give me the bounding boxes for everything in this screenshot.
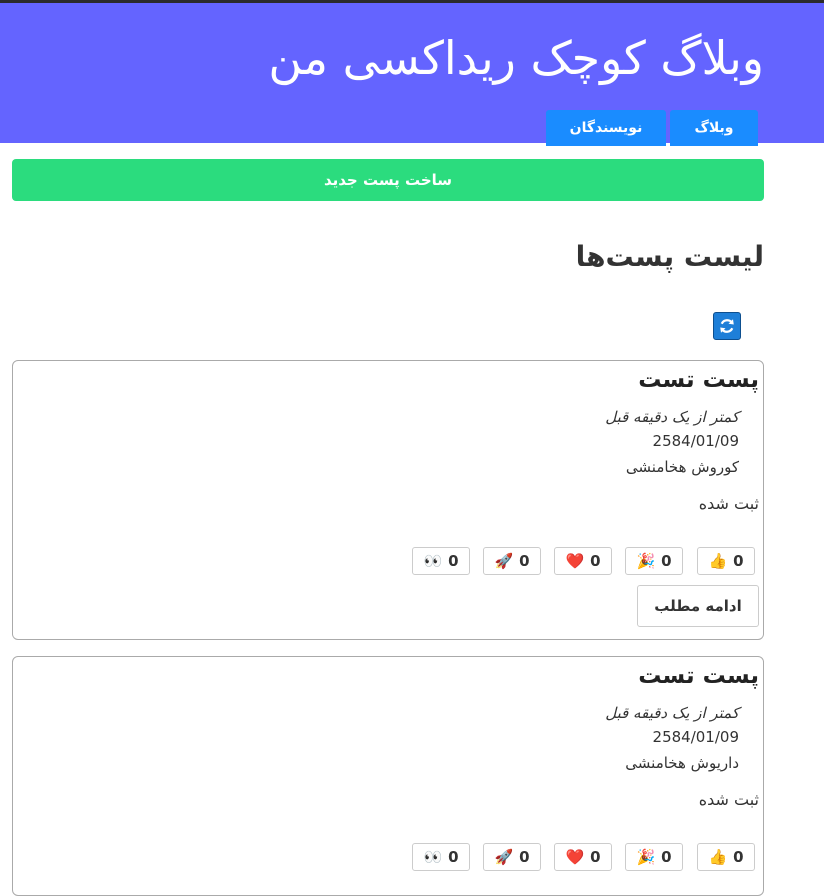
eyes-icon: 👀 bbox=[423, 847, 443, 866]
post-author: کوروش هخامنشی bbox=[625, 458, 739, 476]
reaction-eyes-button[interactable]: 👀 0 bbox=[412, 547, 470, 575]
nav-blog-button[interactable]: وبلاگ bbox=[670, 110, 758, 146]
party-popper-icon: 🎉 bbox=[636, 847, 656, 866]
post-date: 2584/01/09 bbox=[652, 728, 739, 746]
reaction-count: 0 bbox=[733, 848, 744, 866]
refresh-icon bbox=[720, 319, 734, 333]
post-title: پست تست bbox=[638, 663, 759, 689]
reaction-tada-button[interactable]: 🎉 0 bbox=[625, 547, 683, 575]
post-card: پست تست کمتر از یک دقیقه قبل 2584/01/09 … bbox=[12, 656, 764, 896]
site-header: وبلاگ کوچک ریداکسی من وبلاگ نویسندگان bbox=[0, 3, 824, 146]
post-card: پست تست کمتر از یک دقیقه قبل 2584/01/09 … bbox=[12, 360, 764, 640]
reaction-count: 0 bbox=[733, 552, 744, 570]
post-body: ثبت شده bbox=[698, 494, 759, 513]
heart-icon: ❤️ bbox=[565, 847, 585, 866]
reaction-count: 0 bbox=[448, 552, 459, 570]
reaction-rocket-button[interactable]: 🚀 0 bbox=[483, 843, 541, 871]
reaction-thumbs-up-button[interactable]: 👍 0 bbox=[697, 547, 755, 575]
thumbs-up-icon: 👍 bbox=[708, 847, 728, 866]
refresh-button[interactable] bbox=[713, 312, 741, 340]
reaction-count: 0 bbox=[519, 552, 530, 570]
reaction-count: 0 bbox=[590, 552, 601, 570]
reaction-count: 0 bbox=[661, 552, 672, 570]
post-time: کمتر از یک دقیقه قبل bbox=[605, 704, 739, 722]
create-post-button[interactable]: ساخت پست جدید bbox=[12, 159, 764, 201]
post-title: پست تست bbox=[638, 367, 759, 393]
reaction-heart-button[interactable]: ❤️ 0 bbox=[554, 843, 612, 871]
post-body: ثبت شده bbox=[698, 790, 759, 809]
nav-authors-button[interactable]: نویسندگان bbox=[546, 110, 666, 146]
eyes-icon: 👀 bbox=[423, 551, 443, 570]
reaction-heart-button[interactable]: ❤️ 0 bbox=[554, 547, 612, 575]
posts-list-title: لیست پست‌ها bbox=[575, 240, 764, 273]
post-date: 2584/01/09 bbox=[652, 432, 739, 450]
reaction-count: 0 bbox=[519, 848, 530, 866]
reaction-eyes-button[interactable]: 👀 0 bbox=[412, 843, 470, 871]
heart-icon: ❤️ bbox=[565, 551, 585, 570]
site-title: وبلاگ کوچک ریداکسی من bbox=[268, 31, 764, 85]
reaction-count: 0 bbox=[448, 848, 459, 866]
post-time: کمتر از یک دقیقه قبل bbox=[605, 408, 739, 426]
reaction-rocket-button[interactable]: 🚀 0 bbox=[483, 547, 541, 575]
party-popper-icon: 🎉 bbox=[636, 551, 656, 570]
rocket-icon: 🚀 bbox=[494, 847, 514, 866]
read-more-button[interactable]: ادامه مطلب bbox=[637, 585, 759, 627]
reaction-thumbs-up-button[interactable]: 👍 0 bbox=[697, 843, 755, 871]
post-author: داریوش هخامنشی bbox=[625, 754, 739, 772]
reaction-count: 0 bbox=[661, 848, 672, 866]
reaction-tada-button[interactable]: 🎉 0 bbox=[625, 843, 683, 871]
rocket-icon: 🚀 bbox=[494, 551, 514, 570]
thumbs-up-icon: 👍 bbox=[708, 551, 728, 570]
reaction-count: 0 bbox=[590, 848, 601, 866]
